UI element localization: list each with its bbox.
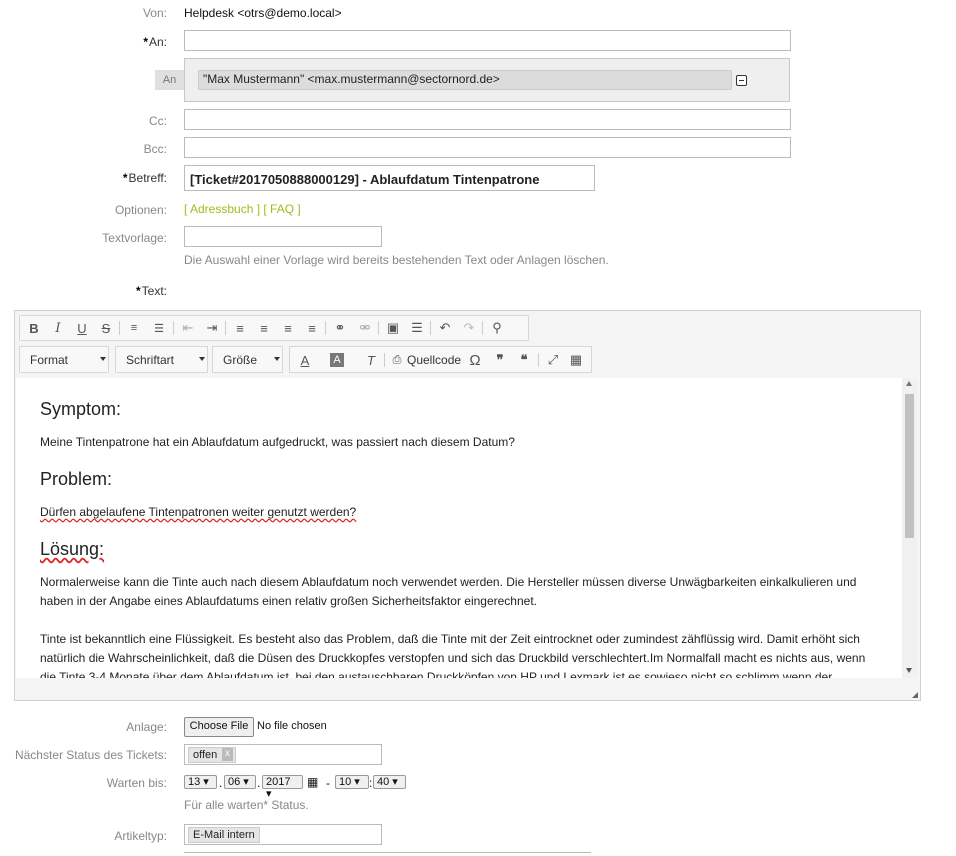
horizontal-line-icon[interactable]: ☰ xyxy=(408,319,426,337)
chevron-down-icon xyxy=(274,357,280,361)
paragraph-solution-1: Normalerweise kann die Tinte auch nach d… xyxy=(40,575,857,608)
format-combo[interactable]: Format xyxy=(19,346,109,373)
editor-tools-group: A A T ⎙ Quellcode Ω ❞ ❝ ⤢ ▦ xyxy=(289,346,592,373)
source-code-icon[interactable]: ⎙ xyxy=(388,351,406,369)
recipient-box: "Max Mustermann" <max.mustermann@sectorn… xyxy=(184,58,790,102)
align-justify-icon[interactable]: ≡ xyxy=(303,319,321,337)
paragraph-solution-2: Tinte ist bekanntlich eine Flüssigkeit. … xyxy=(40,632,866,678)
maximize-icon[interactable]: ⤢ xyxy=(544,351,562,369)
align-left-icon[interactable]: ≡ xyxy=(231,319,249,337)
calendar-icon[interactable]: ▦ xyxy=(307,775,318,789)
recipient-address[interactable]: "Max Mustermann" <max.mustermann@sectorn… xyxy=(198,70,732,90)
article-type-tag: E-Mail intern xyxy=(188,827,260,843)
chevron-down-icon xyxy=(199,357,205,361)
text-color-icon[interactable]: A xyxy=(296,351,314,369)
pending-label: Warten bis: xyxy=(106,776,167,790)
next-state-select[interactable]: offen x xyxy=(184,744,382,765)
paragraph-symptom: Meine Tintenpatrone hat ein Ablaufdatum … xyxy=(40,435,515,449)
attachment-label: Anlage: xyxy=(126,720,167,734)
choose-file-button[interactable]: Choose File xyxy=(184,717,254,737)
font-combo-label: Schriftart xyxy=(126,353,175,367)
text-label: *Text: xyxy=(135,284,167,298)
bold-icon[interactable]: B xyxy=(25,319,43,337)
remove-recipient-icon[interactable] xyxy=(736,75,747,86)
file-status: No file chosen xyxy=(257,720,327,732)
options-links: [ Adressbuch ] [ FAQ ] xyxy=(184,202,301,216)
scroll-up-icon[interactable] xyxy=(906,381,912,386)
next-field-edge xyxy=(184,852,591,856)
format-combo-label: Format xyxy=(30,353,69,367)
undo-icon[interactable]: ↶ xyxy=(436,319,454,337)
addressbook-link[interactable]: [ Adressbuch ] xyxy=(184,202,260,216)
align-center-icon[interactable]: ≡ xyxy=(255,319,273,337)
template-label: Textvorlage: xyxy=(102,231,167,245)
align-right-icon[interactable]: ≡ xyxy=(279,319,297,337)
year-select[interactable]: 2017 ▾ xyxy=(262,775,303,800)
editor-toolbar-row1: B I U S ≡ ☰ ⇤ ⇥ ≡ ≡ ≡ ≡ ⚭ ⚮ ▣ ☰ ↶ ↷ ⚲ xyxy=(19,315,529,341)
pending-hint: Für alle warten* Status. xyxy=(184,798,309,812)
cc-label: Cc: xyxy=(149,114,167,128)
recipient-type-tag: An xyxy=(155,70,184,90)
strikethrough-icon[interactable]: S xyxy=(97,319,115,337)
hour-select[interactable]: 10 ▾ xyxy=(335,775,369,789)
day-select[interactable]: 13 ▾ xyxy=(184,775,217,789)
size-combo[interactable]: Größe xyxy=(212,346,283,373)
font-combo[interactable]: Schriftart xyxy=(115,346,208,373)
template-select[interactable] xyxy=(184,226,382,247)
article-type-label: Artikeltyp: xyxy=(114,829,167,843)
blockquote-icon[interactable]: ❞ xyxy=(491,351,509,369)
options-label: Optionen: xyxy=(114,203,167,217)
special-char-icon[interactable]: Ω xyxy=(466,351,484,369)
month-select[interactable]: 06 ▾ xyxy=(224,775,256,789)
source-code-button[interactable]: Quellcode xyxy=(407,353,461,373)
faq-link[interactable]: [ FAQ ] xyxy=(263,202,300,216)
article-type-select[interactable]: E-Mail intern xyxy=(184,824,382,845)
outdent-icon[interactable]: ⇤ xyxy=(179,319,197,337)
bcc-label: Bcc: xyxy=(143,142,167,156)
chevron-down-icon xyxy=(100,357,106,361)
cc-input[interactable] xyxy=(184,109,791,130)
heading-symptom: Symptom: xyxy=(40,399,122,419)
from-value: Helpdesk <otrs@demo.local> xyxy=(184,6,342,20)
bcc-input[interactable] xyxy=(184,137,791,158)
link-icon[interactable]: ⚭ xyxy=(331,319,349,337)
indent-icon[interactable]: ⇥ xyxy=(203,319,221,337)
size-combo-label: Größe xyxy=(223,353,258,367)
resize-handle-icon[interactable] xyxy=(912,692,918,698)
from-label: Von: xyxy=(142,6,167,20)
editor-scrollbar[interactable] xyxy=(902,378,917,678)
scroll-thumb[interactable] xyxy=(905,394,914,538)
to-input[interactable] xyxy=(184,30,791,51)
editor-content[interactable]: Symptom: Meine Tintenpatrone hat ein Abl… xyxy=(16,378,902,678)
unlink-icon[interactable]: ⚮ xyxy=(356,319,374,337)
redo-icon[interactable]: ↷ xyxy=(460,319,478,337)
template-hint: Die Auswahl einer Vorlage wird bereits b… xyxy=(184,253,609,267)
subject-label: *Betreff: xyxy=(122,171,167,185)
background-color-icon[interactable]: A xyxy=(330,353,344,367)
editor-toolbar-row2: Format Schriftart Größe A A T ⎙ Quellcod… xyxy=(19,346,592,373)
image-icon[interactable]: ▣ xyxy=(384,319,402,337)
next-state-label: Nächster Status des Tickets: xyxy=(14,748,167,762)
scroll-down-icon[interactable] xyxy=(906,668,912,673)
search-icon[interactable]: ⚲ xyxy=(488,319,506,337)
subject-input[interactable]: [Ticket#2017050888000129] - Ablaufdatum … xyxy=(184,165,595,191)
remove-format-icon[interactable]: T xyxy=(362,351,380,369)
numbered-list-icon[interactable]: ≡ xyxy=(125,319,143,337)
rich-text-editor: B I U S ≡ ☰ ⇤ ⇥ ≡ ≡ ≡ ≡ ⚭ ⚮ ▣ ☰ ↶ ↷ ⚲ Fo… xyxy=(14,310,921,701)
italic-icon[interactable]: I xyxy=(49,319,67,337)
remove-state-icon[interactable]: x xyxy=(222,748,233,761)
bullet-list-icon[interactable]: ☰ xyxy=(150,319,168,337)
heading-problem: Problem: xyxy=(40,469,113,489)
heading-solution: Lösung: xyxy=(40,539,105,559)
paragraph-problem: Dürfen abgelaufene Tintenpatronen weiter… xyxy=(40,505,357,519)
to-label: *An: xyxy=(143,35,167,49)
unquote-icon[interactable]: ❝ xyxy=(515,351,533,369)
underline-icon[interactable]: U xyxy=(73,319,91,337)
show-blocks-icon[interactable]: ▦ xyxy=(567,351,585,369)
minute-select[interactable]: 40 ▾ xyxy=(373,775,406,789)
